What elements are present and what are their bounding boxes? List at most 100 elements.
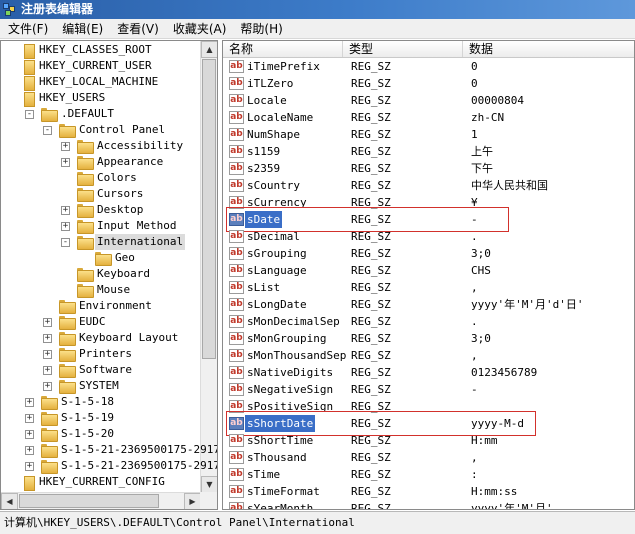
value-row[interactable]: ab sMonDecimalSep REG_SZ. (223, 313, 634, 330)
string-value-icon: ab (229, 111, 244, 124)
tree-node[interactable]: + S-1-5-21-2369500175-2917675 (25, 442, 217, 458)
tree-node[interactable]: + S-1-5-19 (25, 410, 116, 426)
tree-node[interactable]: Mouse (77, 282, 132, 298)
value-row[interactable]: ab Locale REG_SZ 00000804 (223, 92, 634, 109)
scroll-right-icon[interactable]: ▶ (184, 493, 201, 509)
menu-file[interactable]: 文件(F) (0, 19, 54, 39)
value-row[interactable]: ab sDecimal REG_SZ. (223, 228, 634, 245)
value-row[interactable]: ab sShortTime REG_SZ H:mm (223, 432, 634, 449)
folder-icon (41, 460, 58, 474)
tree-node[interactable]: + Accessibility (61, 138, 185, 154)
values-list[interactable]: 名称 类型 数据 ab iTimePrefix REG_SZ 0 ab iTLZero RE… (222, 40, 635, 510)
value-row[interactable]: ab sGrouping REG_SZ 3;0 (223, 245, 634, 262)
column-header-name[interactable]: 名称 (223, 41, 343, 57)
value-row[interactable]: ab sMonGrouping REG_SZ 3;0 (223, 330, 634, 347)
tree-node[interactable]: + Appearance (61, 154, 165, 170)
tree-node[interactable]: + EUDC (43, 314, 108, 330)
expand-icon[interactable]: + (43, 318, 52, 327)
tree-node[interactable]: HKEY_CLASSES_ROOT (23, 42, 154, 59)
value-row[interactable]: ab sTime REG_SZ: (223, 466, 634, 483)
column-header-type[interactable]: 类型 (343, 41, 463, 57)
tree-node[interactable]: + Software (43, 362, 134, 378)
menu-help[interactable]: 帮助(H) (232, 19, 288, 39)
value-row[interactable]: ab sLanguage REG_SZ CHS (223, 262, 634, 279)
title-bar[interactable]: 注册表编辑器 (0, 0, 635, 19)
menu-edit[interactable]: 编辑(E) (54, 19, 109, 39)
scroll-up-icon[interactable]: ▲ (201, 41, 217, 58)
folder-icon (59, 316, 76, 330)
tree-node-label: Colors (97, 171, 137, 184)
tree-horizontal-scrollbar[interactable]: ◀ ▶ (1, 492, 201, 509)
expand-icon[interactable]: + (43, 366, 52, 375)
value-row[interactable]: ab sCountry REG_SZ 中华人民共和国 (223, 177, 634, 194)
expand-icon[interactable]: + (43, 334, 52, 343)
tree-node[interactable]: HKEY_USERS (23, 90, 107, 107)
value-row[interactable]: ab sYearMonth REG_SZ yyyy'年'M'月' (223, 500, 634, 509)
value-row[interactable]: ab NumShape REG_SZ 1 (223, 126, 634, 143)
value-row[interactable]: ab s1159 REG_SZ 上午 (223, 143, 634, 160)
collapse-icon[interactable]: - (43, 126, 52, 135)
expand-icon[interactable]: + (43, 350, 52, 359)
expand-icon[interactable]: + (25, 446, 34, 455)
tree-node[interactable]: HKEY_LOCAL_MACHINE (23, 74, 160, 91)
value-row[interactable]: ab sMonThousandSep REG_SZ, (223, 347, 634, 364)
tree-node[interactable]: HKEY_CURRENT_CONFIG (23, 474, 167, 491)
value-row[interactable]: ab sTimeFormat REG_SZ H:mm:ss (223, 483, 634, 500)
value-row[interactable]: ab sNativeDigits REG_SZ 0123456789 (223, 364, 634, 381)
expand-icon[interactable]: + (25, 430, 34, 439)
collapse-icon[interactable]: - (25, 110, 34, 119)
tree-node[interactable]: + Keyboard Layout (43, 330, 180, 346)
tree-node[interactable]: + S-1-5-18 (25, 394, 116, 410)
expand-icon[interactable]: + (61, 158, 70, 167)
value-row[interactable]: ab sLongDate REG_SZ yyyy'年'M'月'd'日' (223, 296, 634, 313)
tree-node[interactable]: - .DEFAULT (25, 106, 116, 122)
tree-node[interactable]: HKEY_CURRENT_USER (23, 58, 154, 75)
expand-icon[interactable]: + (25, 398, 34, 407)
column-header-data[interactable]: 数据 (463, 41, 634, 57)
expand-icon[interactable]: + (25, 414, 34, 423)
value-row[interactable]: ab LocaleName REG_SZ zh-CN (223, 109, 634, 126)
value-row[interactable]: ab iTimePrefix REG_SZ 0 (223, 58, 634, 75)
string-value-icon: ab (229, 162, 244, 175)
tree-node[interactable]: + Input Method (61, 218, 178, 234)
string-value-icon: ab (229, 94, 244, 107)
menu-view[interactable]: 查看(V) (109, 19, 165, 39)
tree-node[interactable]: Environment (59, 298, 154, 314)
menu-favorites[interactable]: 收藏夹(A) (165, 19, 233, 39)
value-row[interactable]: ab sNegativeSign REG_SZ - (223, 381, 634, 398)
tree-hscroll-thumb[interactable] (19, 494, 159, 508)
expand-icon[interactable]: + (61, 222, 70, 231)
expand-icon[interactable]: + (61, 142, 70, 151)
value-data: , (471, 451, 478, 464)
expand-icon[interactable]: + (25, 462, 34, 471)
collapse-icon[interactable]: - (61, 238, 70, 247)
value-data: CHS (471, 264, 491, 277)
scroll-left-icon[interactable]: ◀ (1, 493, 18, 509)
tree-node[interactable]: + Desktop (61, 202, 145, 218)
tree-node[interactable]: Keyboard (77, 266, 152, 282)
value-name: sTimeFormat (247, 485, 320, 498)
scroll-down-icon[interactable]: ▼ (201, 476, 217, 493)
tree-node[interactable]: Geo (95, 250, 137, 266)
value-row[interactable]: ab iTLZero REG_SZ 0 (223, 75, 634, 92)
folder-icon (77, 268, 94, 282)
tree-node[interactable]: + S-1-5-20 (25, 426, 116, 442)
expand-icon[interactable]: + (43, 382, 52, 391)
value-row[interactable]: ab sList REG_SZ, (223, 279, 634, 296)
value-name: sThousand (247, 451, 307, 464)
tree-node[interactable]: + S-1-5-21-2369500175-2917675 (25, 458, 217, 474)
tree-node[interactable]: Colors (77, 170, 139, 186)
tree-node[interactable]: Cursors (77, 186, 145, 202)
tree-node[interactable]: - International (61, 234, 186, 250)
tree-node[interactable]: + Printers (43, 346, 134, 362)
value-row[interactable]: ab sThousand REG_SZ, (223, 449, 634, 466)
tree-node[interactable]: - Control Panel (43, 122, 167, 138)
expand-icon[interactable]: + (61, 206, 70, 215)
window-title: 注册表编辑器 (21, 2, 94, 16)
tree-scroll-thumb[interactable] (202, 59, 216, 359)
string-value-icon: ab (229, 434, 244, 447)
tree-node[interactable]: + SYSTEM (43, 378, 121, 394)
tree-vertical-scrollbar[interactable]: ▲ ▼ (200, 41, 217, 493)
value-row[interactable]: ab s2359 REG_SZ 下午 (223, 160, 634, 177)
registry-tree[interactable]: ▲ ▼ ◀ ▶ HKEY_CLASSES_ROOT HKEY_CURRENT_US… (0, 40, 218, 510)
